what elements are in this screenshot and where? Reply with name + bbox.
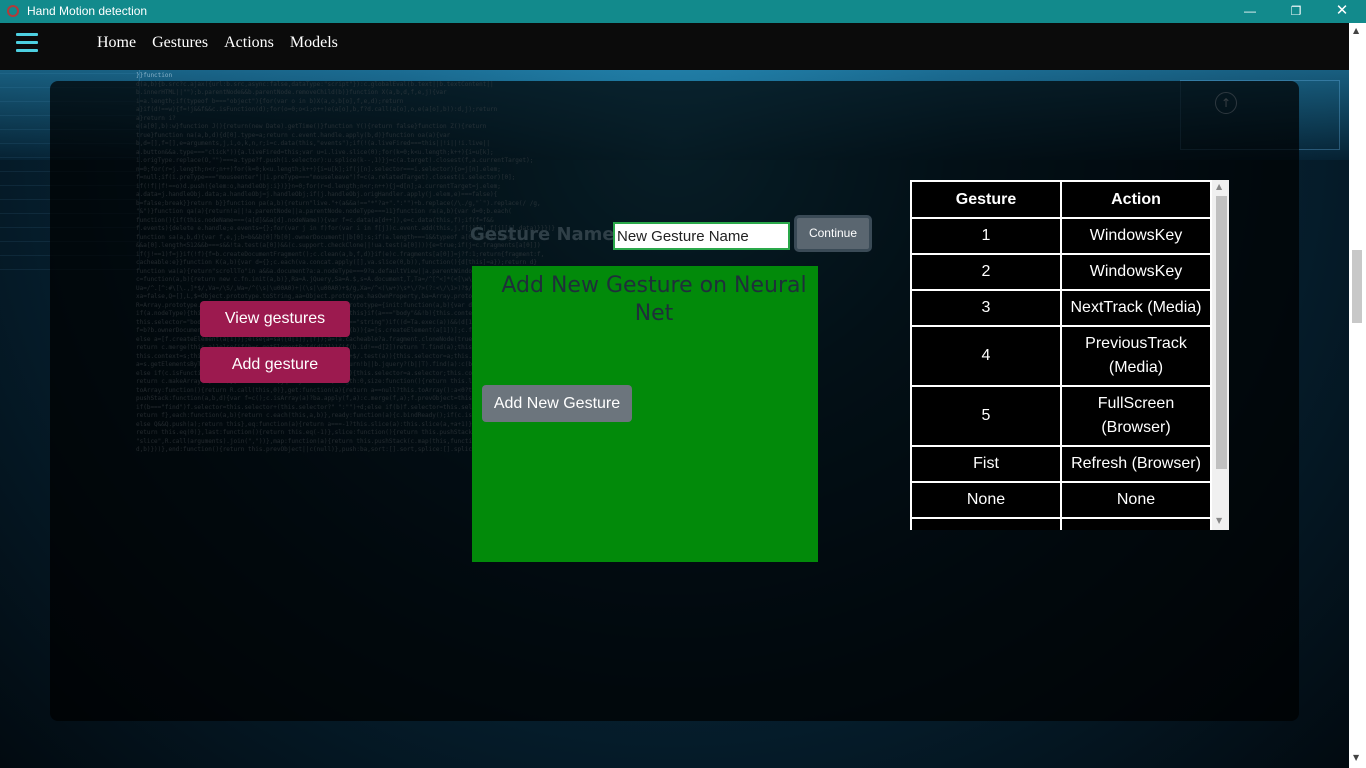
table-row: 2 WindowsKey: [910, 253, 1212, 291]
window-scrollbar-thumb[interactable]: [1352, 250, 1362, 323]
table-row: 3 NextTrack (Media): [910, 289, 1212, 327]
action-cell: [1060, 517, 1212, 530]
gesture-cell: [910, 517, 1062, 530]
gesture-cell: None: [910, 481, 1062, 519]
gesture-name-input[interactable]: [613, 222, 790, 250]
add-gesture-button[interactable]: Add gesture: [200, 347, 350, 383]
add-gesture-panel: Add New Gesture on Neural Net Add New Ge…: [472, 266, 818, 562]
gesture-cell: 2: [910, 253, 1062, 291]
minimize-button[interactable]: —: [1227, 0, 1273, 23]
action-cell: WindowsKey: [1060, 253, 1212, 291]
nav-actions[interactable]: Actions: [224, 34, 274, 52]
action-cell: None: [1060, 481, 1212, 519]
table-scrollbar-thumb[interactable]: [1216, 196, 1227, 469]
table-row: 4 PreviousTrack (Media): [910, 325, 1212, 387]
action-cell: PreviousTrack (Media): [1060, 325, 1212, 387]
nav-models[interactable]: Models: [290, 34, 338, 52]
window-title: Hand Motion detection: [27, 4, 148, 18]
table-row: None None: [910, 481, 1212, 519]
hamburger-menu-icon[interactable]: [16, 33, 38, 55]
gesture-cell: Fist: [910, 445, 1062, 483]
table-row: Fist Refresh (Browser): [910, 445, 1212, 483]
table-row: 5 FullScreen (Browser): [910, 385, 1212, 447]
gesture-cell: 1: [910, 217, 1062, 255]
scroll-up-arrow-icon[interactable]: ▲: [1216, 182, 1222, 191]
action-cell: Refresh (Browser): [1060, 445, 1212, 483]
panel-title: Add New Gesture on Neural Net: [501, 273, 807, 326]
gesture-name-label: Gesture Name:: [470, 224, 622, 245]
gesture-cell: 4: [910, 325, 1062, 387]
column-header-gesture: Gesture: [910, 180, 1062, 219]
add-new-gesture-button[interactable]: Add New Gesture: [482, 385, 632, 422]
app-icon: [7, 5, 19, 17]
nav-links: Home Gestures Actions Models: [97, 34, 338, 52]
scroll-down-arrow-icon[interactable]: ▼: [1353, 753, 1359, 762]
continue-button[interactable]: Continue: [794, 215, 872, 252]
gesture-cell: 3: [910, 289, 1062, 327]
gesture-action-table-container[interactable]: Gesture Action 1 WindowsKey 2 WindowsKey…: [910, 180, 1229, 530]
action-cell: FullScreen (Browser): [1060, 385, 1212, 447]
action-cell: WindowsKey: [1060, 217, 1212, 255]
table-row: 1 WindowsKey: [910, 217, 1212, 255]
window-scrollbar[interactable]: ▲ ▼: [1349, 23, 1366, 768]
action-cell: NextTrack (Media): [1060, 289, 1212, 327]
close-button[interactable]: ✕: [1319, 0, 1365, 23]
nav-gestures[interactable]: Gestures: [152, 34, 208, 52]
gesture-cell: 5: [910, 385, 1062, 447]
column-header-action: Action: [1060, 180, 1212, 219]
navbar: Home Gestures Actions Models: [0, 23, 1349, 70]
table-scrollbar[interactable]: ▲ ▼: [1212, 180, 1229, 530]
view-gestures-button[interactable]: View gestures: [200, 301, 350, 337]
gesture-action-table: Gesture Action 1 WindowsKey 2 WindowsKey…: [910, 180, 1212, 530]
title-bar: Hand Motion detection — ❐ ✕: [0, 0, 1366, 23]
scroll-up-arrow-icon[interactable]: ▲: [1353, 26, 1359, 35]
maximize-button[interactable]: ❐: [1273, 0, 1319, 23]
scroll-down-arrow-icon[interactable]: ▼: [1216, 516, 1222, 525]
nav-home[interactable]: Home: [97, 34, 136, 52]
table-row: [910, 517, 1212, 530]
